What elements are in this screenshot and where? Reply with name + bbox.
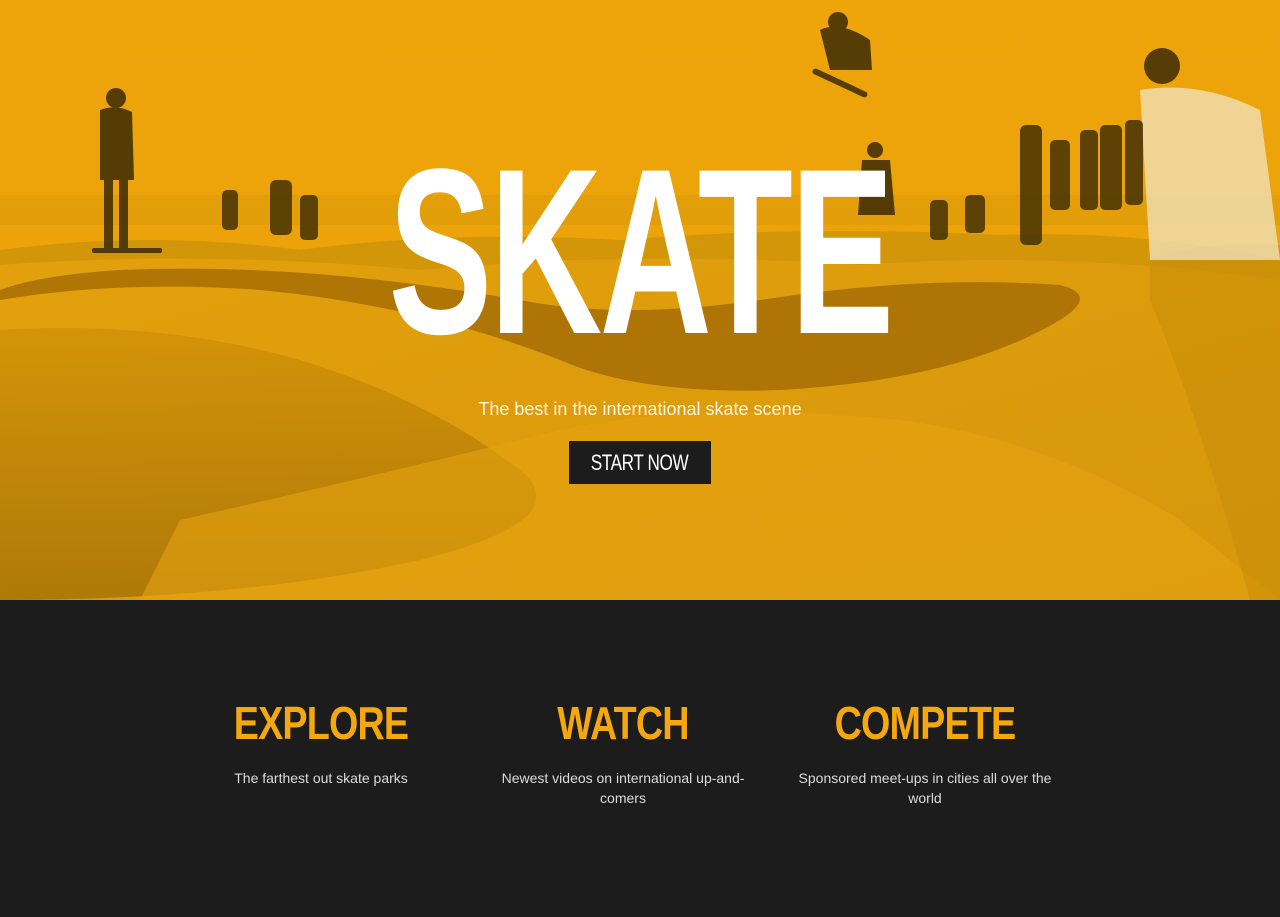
hero-section: SKATE The best in the international skat… (0, 0, 1280, 600)
feature-title-compete: COMPETE (834, 697, 1017, 749)
feature-watch: WATCH Newest videos on international up-… (488, 696, 758, 808)
feature-title-watch: WATCH (557, 697, 689, 749)
feature-text-compete: Sponsored meet-ups in cities all over th… (798, 770, 1052, 806)
feature-title-explore: EXPLORE (233, 697, 409, 749)
hero-subtitle: The best in the international skate scen… (478, 399, 802, 419)
hero-title: SKATE (388, 120, 894, 384)
features-section: EXPLORE The farthest out skate parks WAT… (0, 600, 1280, 917)
feature-compete: COMPETE Sponsored meet-ups in cities all… (790, 696, 1060, 808)
hero-content: SKATE The best in the international skat… (0, 0, 1280, 600)
start-now-button[interactable]: START NOW (569, 441, 711, 484)
feature-text-explore: The farthest out skate parks (234, 770, 408, 786)
feature-text-watch: Newest videos on international up-and-co… (501, 770, 745, 806)
start-now-button-label: START NOW (591, 450, 689, 475)
feature-explore: EXPLORE The farthest out skate parks (186, 696, 456, 788)
